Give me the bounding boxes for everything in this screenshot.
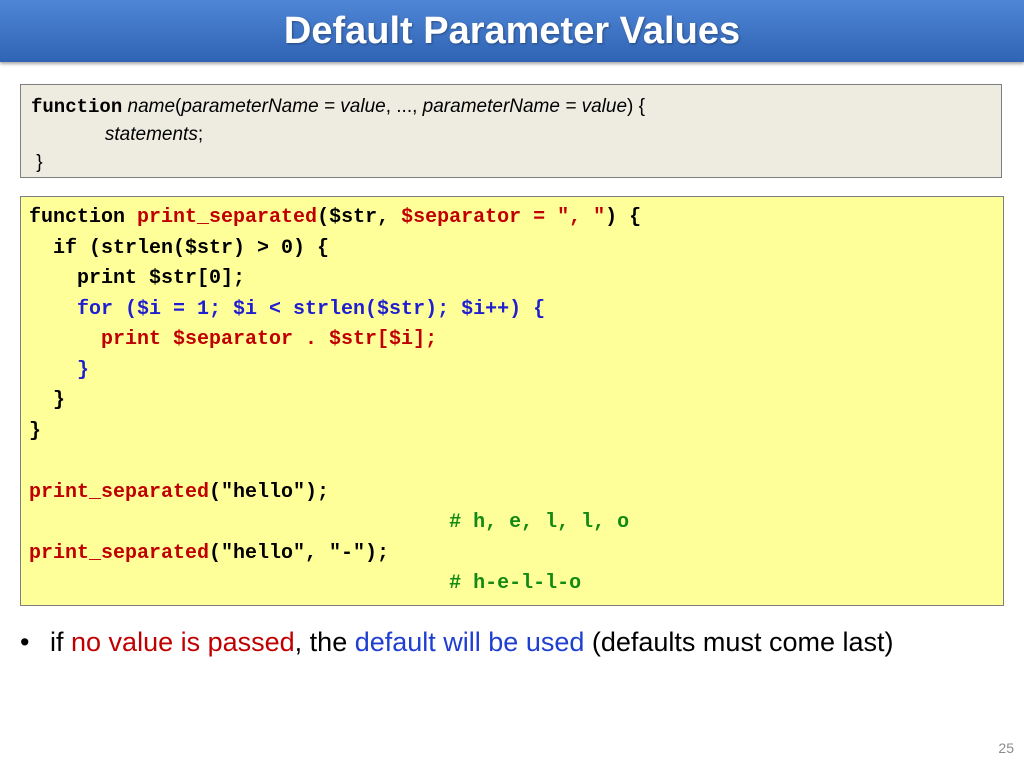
code-call-args-2: ("hello", "-"); — [209, 541, 390, 565]
bullet-part-1: if — [50, 627, 72, 657]
bullet-part-5: (defaults must come last) — [584, 627, 894, 657]
code-comment-2: # h-e-l-l-o — [29, 572, 582, 595]
code-line-12: print_separated("hello", "-"); — [29, 539, 995, 570]
code-default-param: $separator = ", " — [401, 206, 606, 229]
code-line-6: } — [29, 358, 90, 382]
code-open-brace: ) { — [605, 206, 642, 229]
code-line-10: print_separated("hello"); — [29, 478, 995, 509]
code-call-args-1: ("hello"); — [209, 480, 330, 504]
title-bar: Default Parameter Values — [0, 0, 1024, 62]
code-line-8: } — [29, 419, 42, 443]
syntax-separator: , ..., — [385, 96, 423, 117]
syntax-semicolon: ; — [197, 124, 204, 145]
syntax-param-2: parameterName = value — [422, 96, 628, 117]
code-keyword-function: function — [29, 206, 138, 229]
bullet-marker: • — [20, 627, 30, 657]
syntax-line-1: function name(parameterName = value, ...… — [31, 93, 991, 121]
code-comment-1: # h, e, l, l, o — [29, 511, 630, 534]
code-line-4: for ($i = 1; $i < strlen($str); $i++) { — [29, 297, 546, 321]
syntax-line-2: statements; — [31, 121, 991, 149]
syntax-line-3: } — [31, 152, 43, 173]
page-number: 25 — [998, 740, 1014, 756]
syntax-box: function name(parameterName = value, ...… — [20, 84, 1002, 178]
bullet-part-2: no value is passed — [71, 627, 295, 657]
bullet-point: • if no value is passed, the default wil… — [20, 622, 980, 662]
code-line-3: print $str[0]; — [29, 267, 246, 290]
code-line-2: if (strlen($str) > 0) { — [29, 236, 330, 260]
code-line-7: } — [29, 389, 66, 412]
bullet-part-4: default will be used — [354, 627, 585, 657]
bullet-part-3: , the — [294, 627, 355, 657]
code-function-name: print_separated — [137, 206, 318, 229]
code-call-name-2: print_separated — [29, 541, 210, 565]
syntax-param-1: parameterName = value — [181, 96, 386, 117]
code-param-str: ($str, — [317, 206, 402, 229]
code-box: function print_separated($str, $separato… — [20, 196, 1004, 606]
syntax-keyword: function — [31, 96, 123, 118]
syntax-close: ) { — [627, 96, 645, 117]
bullet-text: if no value is passed, the default will … — [50, 622, 980, 662]
code-call-name-1: print_separated — [29, 480, 210, 504]
slide-title: Default Parameter Values — [283, 9, 741, 52]
syntax-indent — [31, 124, 105, 145]
code-line-1: function print_separated($str, $separato… — [29, 203, 995, 234]
code-line-5: print $separator . $str[$i]; — [29, 328, 438, 351]
syntax-name: name — [127, 96, 176, 117]
syntax-statements: statements — [104, 124, 198, 145]
